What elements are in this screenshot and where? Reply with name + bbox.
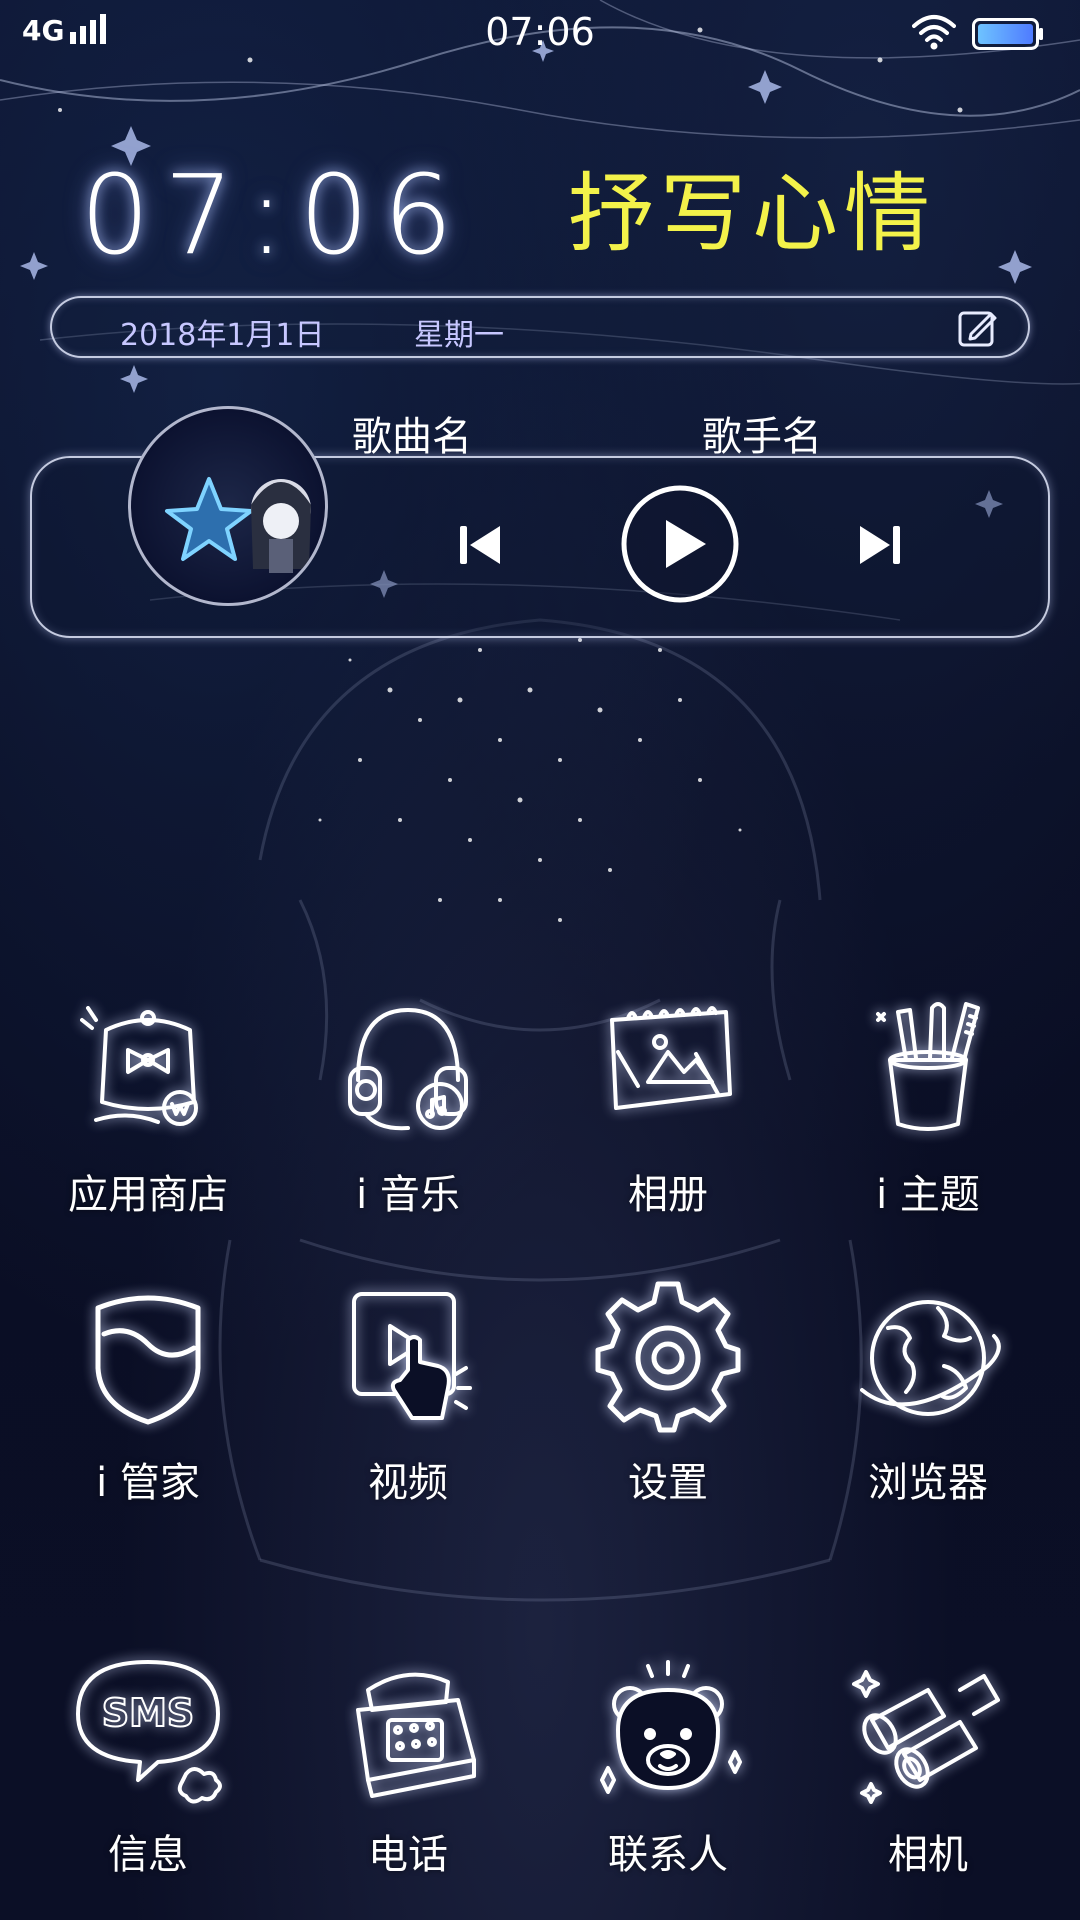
wallpaper-background [0, 0, 1080, 1602]
date-text: 2018年1月1日 [120, 318, 325, 353]
app-label: 相册 [628, 1172, 708, 1218]
settings-app[interactable]: 设置 [548, 1278, 788, 1538]
home-screen: 4G 07:06 07:06 抒写心情 2018年1月1日 星期一 歌曲名 歌手… [0, 0, 1080, 1920]
app-label: i 音乐 [356, 1172, 460, 1218]
status-bar: 4G 07:06 [0, 0, 1080, 64]
album-app[interactable]: 相册 [548, 990, 788, 1250]
globe-icon [860, 1300, 1001, 1416]
app-label: 视频 [368, 1460, 448, 1506]
theme-app[interactable]: i 主题 [808, 990, 1048, 1250]
app-label: i 管家 [96, 1460, 200, 1506]
app-label: 应用商店 [68, 1172, 228, 1218]
app-store-app[interactable]: 应用商店 [28, 990, 268, 1250]
music-app[interactable]: i 音乐 [288, 990, 528, 1250]
app-label: 联系人 [608, 1832, 728, 1878]
battery-icon [972, 18, 1043, 50]
big-clock[interactable]: 07:06 [80, 160, 500, 270]
next-icon[interactable] [856, 520, 904, 570]
manager-app[interactable]: i 管家 [28, 1278, 268, 1538]
sms-bubble-icon: SMS [76, 1660, 222, 1804]
artist-name: 歌手名 [702, 414, 822, 460]
app-label: 相机 [888, 1832, 968, 1878]
app-label: 浏览器 [868, 1460, 988, 1506]
camera-app[interactable]: 相机 [808, 1650, 1048, 1910]
gear-icon [595, 1281, 741, 1433]
song-name: 歌曲名 [352, 414, 472, 460]
photo-album-icon [610, 1006, 732, 1110]
contacts-app[interactable]: 联系人 [548, 1650, 788, 1910]
play-icon[interactable] [618, 482, 742, 606]
app-store-icon [80, 1006, 198, 1126]
app-label: i 主题 [876, 1172, 980, 1218]
mood-title[interactable]: 抒写心情 [568, 164, 936, 264]
app-label: 设置 [628, 1460, 708, 1506]
browser-app[interactable]: 浏览器 [808, 1278, 1048, 1538]
binoculars-icon [852, 1670, 1000, 1804]
shield-icon [95, 1295, 201, 1425]
pencil-cup-icon [876, 1002, 980, 1131]
headphones-icon [348, 1008, 468, 1131]
album-art-image [165, 477, 311, 573]
weekday-text: 星期一 [414, 318, 504, 353]
previous-icon[interactable] [456, 520, 504, 570]
album-art[interactable] [128, 406, 328, 606]
date-bar[interactable]: 2018年1月1日 星期一 [50, 296, 1030, 358]
telephone-icon [356, 1672, 476, 1798]
wifi-icon [912, 15, 956, 50]
video-app[interactable]: 视频 [288, 1278, 528, 1538]
messages-app[interactable]: SMS 信息 [28, 1650, 268, 1910]
video-touch-icon [352, 1292, 472, 1420]
svg-text:SMS: SMS [102, 1691, 195, 1735]
bear-icon [600, 1660, 742, 1794]
phone-app[interactable]: 电话 [288, 1650, 528, 1910]
app-label: 电话 [368, 1832, 448, 1878]
edit-icon[interactable] [957, 306, 999, 348]
app-label: 信息 [108, 1832, 188, 1878]
